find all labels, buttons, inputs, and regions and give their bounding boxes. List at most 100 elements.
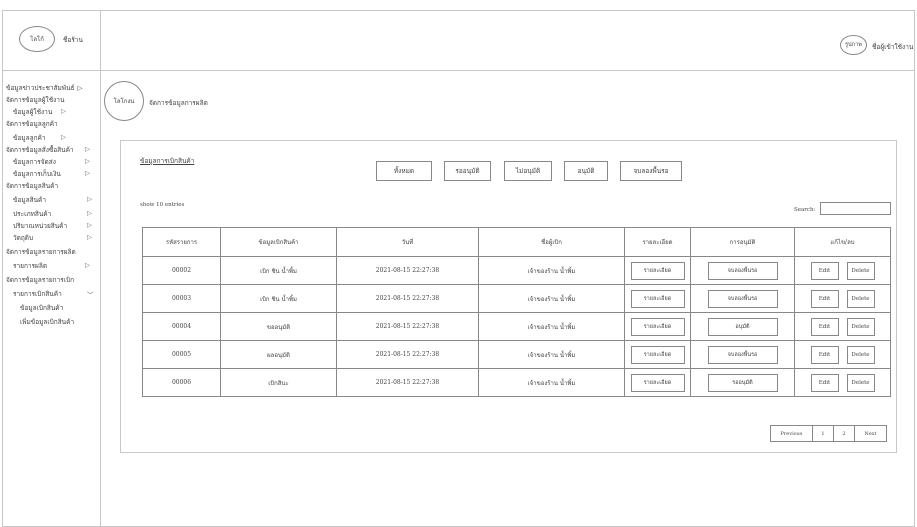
sidebar-item-payments[interactable]: ข้อมูลการเก็บเงิน — [13, 169, 61, 179]
cell-detail: รายละเอียด — [624, 312, 691, 341]
filter-pending-button[interactable]: รออนุมัติ — [444, 161, 491, 181]
chevron-right-icon: ▷ — [87, 221, 92, 229]
cell-actions: Edit Delete — [794, 368, 891, 397]
pagination-next[interactable]: Next — [855, 426, 886, 441]
column-header: รายละเอียด — [624, 227, 691, 257]
pagination-page-1[interactable]: 1 — [813, 426, 834, 441]
detail-button[interactable]: รายละเอียด — [630, 345, 685, 364]
edit-button[interactable]: Edit — [810, 373, 839, 392]
page-title: จัดการข้อมูลการผลิต — [149, 99, 208, 107]
cell-id: 00006 — [142, 368, 221, 397]
edit-button[interactable]: Edit — [810, 261, 839, 280]
detail-button[interactable]: รายละเอียด — [630, 289, 685, 308]
table-row: 00002 เบิก ชิน น้ำพิ้ม 2021-08-15 22:27:… — [142, 256, 891, 285]
cell-date: 2021-08-15 22:27:38 — [336, 256, 479, 285]
approval-button[interactable]: อนุมัติ — [707, 317, 778, 336]
sidebar-item-materials[interactable]: วัตถุดิบ — [13, 233, 33, 243]
edit-button[interactable]: Edit — [810, 317, 839, 336]
user-avatar[interactable]: รูปภาพ — [840, 35, 867, 55]
requisition-table: รหัสรายการ ข้อมูลเบิกสินค้า วันที่ ชื่อผ… — [142, 227, 891, 397]
sidebar-item-news[interactable]: ข้อมูลข่าวประชาสัมพันธ์ ▷ — [6, 83, 82, 93]
sidebar-item-requisition-add[interactable]: เพิ่มข้อมูลเบิกสินค้า — [20, 317, 74, 327]
edit-button[interactable]: Edit — [810, 345, 839, 364]
cell-detail: รายละเอียด — [624, 340, 691, 369]
detail-button[interactable]: รายละเอียด — [630, 261, 685, 280]
sidebar-item-units[interactable]: ปริมาณหน่วยสินค้า — [13, 221, 67, 231]
delete-button[interactable]: Delete — [846, 345, 875, 364]
cell-id: 00003 — [142, 284, 221, 313]
cell-date: 2021-08-15 22:27:38 — [336, 312, 479, 341]
sidebar-item-products[interactable]: ข้อมูลสินค้า — [13, 195, 46, 205]
approval-button[interactable]: จบลองพื้นรอ — [707, 345, 778, 364]
column-header: ข้อมูลเบิกสินค้า — [220, 227, 337, 257]
store-logo[interactable]: โลโก้ — [19, 26, 55, 52]
brand-area: โลโก้ ชื่อร้าน — [3, 11, 101, 71]
sidebar-section-requisition: จัดการข้อมูลรายการเบิก — [6, 276, 75, 284]
approval-button[interactable]: จบลองพื้นรอ — [707, 261, 778, 280]
sidebar-item-customers[interactable]: ข้อมูลลูกค้า — [13, 133, 46, 143]
search-input[interactable] — [820, 202, 891, 215]
sidebar-item-requisition[interactable]: รายการเบิกสินค้า — [13, 289, 62, 299]
filter-rejected-button[interactable]: ไม่อนุมัติ — [504, 161, 552, 181]
card-title: ข้อมูลการเบิกสินค้า — [140, 157, 195, 165]
cell-date: 2021-08-15 22:27:38 — [336, 340, 479, 369]
cell-actions: Edit Delete — [794, 312, 891, 341]
filter-approved-button[interactable]: อนุมัติ — [564, 161, 608, 181]
filter-all-button[interactable]: ทั้งหมด — [376, 161, 432, 181]
table-row: 00005 ผลอนุมัติ 2021-08-15 22:27:38 เจ้า… — [142, 340, 891, 369]
chevron-right-icon: ▷ — [61, 107, 66, 115]
delete-button[interactable]: Delete — [846, 317, 875, 336]
top-header: โลโก้ ชื่อร้าน รูปภาพ ชื่อผู้เข้าใช้งาน — [3, 11, 914, 71]
delete-button[interactable]: Delete — [846, 373, 875, 392]
detail-button[interactable]: รายละเอียด — [630, 373, 685, 392]
pagination-page-2[interactable]: 2 — [834, 426, 855, 441]
sidebar-item-requisition-list[interactable]: ข้อมูลเบิกสินค้า — [20, 303, 63, 313]
delete-button[interactable]: Delete — [846, 261, 875, 280]
cell-item: ขออนุมัติ — [220, 312, 337, 341]
cell-approval: จบลองพื้นรอ — [690, 256, 795, 285]
cell-actions: Edit Delete — [794, 284, 891, 313]
chevron-right-icon: ▷ — [87, 209, 92, 217]
chevron-right-icon: ▷ — [87, 195, 92, 203]
cell-approval: จบลองพื้นรอ — [690, 284, 795, 313]
detail-button[interactable]: รายละเอียด — [630, 317, 685, 336]
table-row: 00006 เบิกสินะ 2021-08-15 22:27:38 เจ้าข… — [142, 368, 891, 397]
column-header: การอนุมัติ — [690, 227, 795, 257]
cell-requester: เจ้าของร้าน น้ำพิ้ม — [478, 368, 625, 397]
cell-approval: รออนุมัติ — [690, 368, 795, 397]
edit-button[interactable]: Edit — [810, 289, 839, 308]
delete-button[interactable]: Delete — [846, 289, 875, 308]
cell-requester: เจ้าของร้าน น้ำพิ้ม — [478, 256, 625, 285]
cell-requester: เจ้าของร้าน น้ำพิ้ม — [478, 284, 625, 313]
sidebar-item-shipping[interactable]: ข้อมูลการจัดส่ง — [13, 157, 56, 167]
chevron-down-icon: ﹀ — [87, 291, 94, 299]
user-name[interactable]: ชื่อผู้เข้าใช้งาน — [872, 42, 913, 52]
sidebar-item-users[interactable]: ข้อมูลผู้ใช้งาน — [13, 107, 52, 117]
filter-waiting-button[interactable]: จบลองพื้นรอ — [620, 161, 682, 181]
column-header: ชื่อผู้เบิก — [478, 227, 625, 257]
column-header: วันที่ — [336, 227, 479, 257]
chevron-right-icon: ▷ — [85, 157, 90, 165]
cell-approval: อนุมัติ — [690, 312, 795, 341]
sidebar-item-orders[interactable]: จัดการข้อมูลสั่งซื้อสินค้า — [6, 145, 74, 155]
sidebar-item-product-types[interactable]: ประเภทสินค้า — [13, 209, 51, 219]
approval-button[interactable]: รออนุมัติ — [707, 373, 778, 392]
cell-item: เบิก ชิน น้ำพิ้ม — [220, 284, 337, 313]
sidebar-item-production[interactable]: รายการผลิต — [13, 261, 47, 271]
cell-approval: จบลองพื้นรอ — [690, 340, 795, 369]
sidebar-section-products: จัดการข้อมูลสินค้า — [6, 182, 59, 190]
cell-actions: Edit Delete — [794, 256, 891, 285]
cell-detail: รายละเอียด — [624, 256, 691, 285]
pagination: Previous 1 2 Next — [770, 425, 887, 442]
pagination-previous[interactable]: Previous — [771, 426, 813, 441]
requisition-card: ข้อมูลการเบิกสินค้า ทั้งหมด รออนุมัติ ไม… — [120, 140, 897, 453]
approval-button[interactable]: จบลองพื้นรอ — [707, 289, 778, 308]
cell-item: ผลอนุมัติ — [220, 340, 337, 369]
cell-item: เบิก ชิน น้ำพิ้ม — [220, 256, 337, 285]
cell-detail: รายละเอียด — [624, 368, 691, 397]
show-entries-label[interactable]: show 10 entries — [140, 202, 184, 208]
cell-actions: Edit Delete — [794, 340, 891, 369]
column-header: แก้ไข/ลบ — [794, 227, 891, 257]
column-header: รหัสรายการ — [142, 227, 221, 257]
chevron-right-icon: ▷ — [85, 145, 90, 153]
